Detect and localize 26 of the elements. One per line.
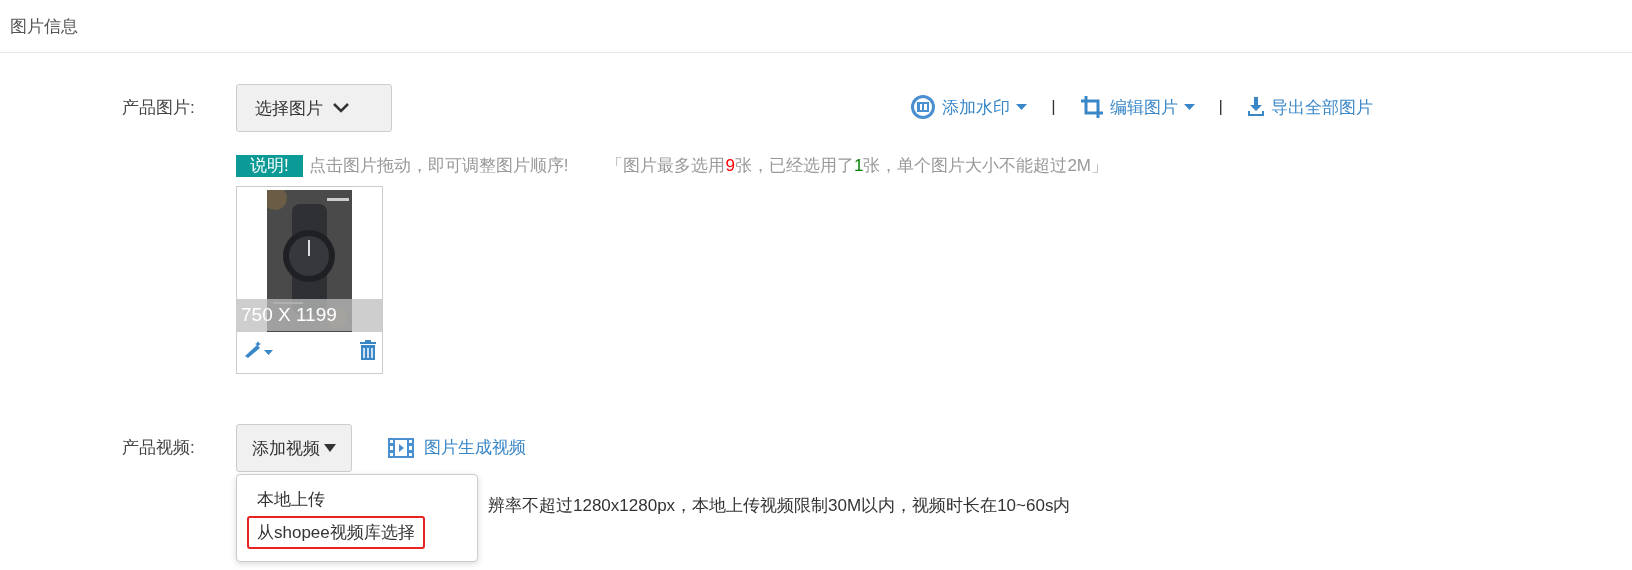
toolbar-link[interactable]: 添加水印 [910,94,1028,120]
caret-icon [324,444,336,452]
download-icon [1247,97,1265,117]
crop-icon [1079,95,1104,119]
menu-item[interactable]: 本地上传 [247,483,335,516]
film-icon [388,437,414,458]
menu-item[interactable]: 从shopee视频库选择 [247,516,425,549]
limit-text: 「图片最多选用9张，已经选用了1张，单个图片大小不能超过2M」 [606,155,1109,177]
separator: | [1218,97,1223,117]
select-images-button[interactable]: 选择图片 [236,84,392,132]
generate-video-link[interactable]: 图片生成视频 [388,424,526,459]
field-label: 产品视频: [122,437,196,459]
field-label: 产品图片: [122,97,196,119]
magic-wand-icon[interactable] [243,340,273,358]
separator: | [1051,97,1056,117]
chevron-icon [333,103,349,113]
watermark-icon [910,94,937,120]
note-badge: 说明! [236,154,303,177]
trash-icon[interactable] [360,340,376,360]
video-hint: 辨率不超过1280x1280px，本地上传视频限制30M以内，视频时长在10~60s内 [488,495,1071,517]
section-title: 图片信息 [10,15,78,38]
note-text: 点击图片拖动，即可调整图片顺序! [308,155,569,177]
add-video-button[interactable]: 添加视频 [236,424,352,472]
toolbar-link[interactable]: 编辑图片 [1079,95,1195,119]
image-size: 750 X 1199 [237,299,382,331]
toolbar-link[interactable]: 导出全部图片 [1247,95,1373,119]
